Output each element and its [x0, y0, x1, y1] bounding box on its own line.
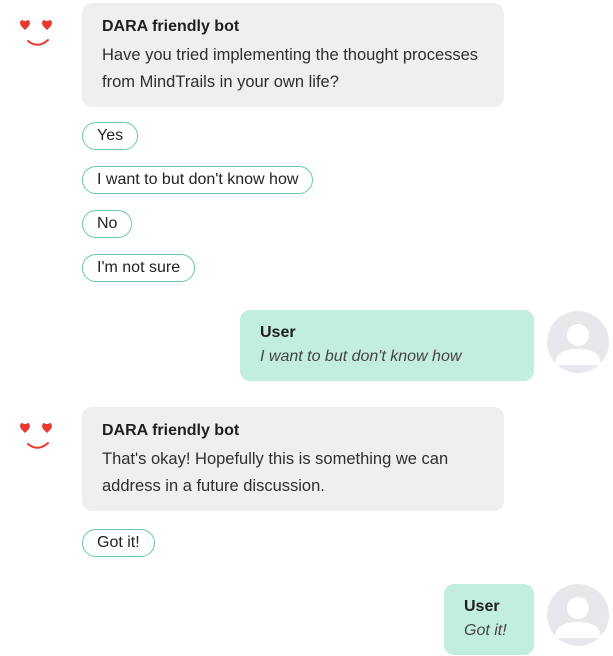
user-message-bubble: User I want to but don't know how [240, 310, 534, 381]
user-avatar-icon [547, 311, 609, 373]
option-got-it-button[interactable]: Got it! [82, 529, 155, 557]
option-want-but-dont-know-button[interactable]: I want to but don't know how [82, 166, 314, 194]
user-message-text: I want to but don't know how [260, 348, 462, 365]
user-avatar-icon [547, 584, 609, 646]
option-no-button[interactable]: No [82, 210, 133, 238]
option-yes-button[interactable]: Yes [82, 122, 139, 150]
bot-sender-name: DARA friendly bot [102, 18, 240, 35]
user-sender-name: User [464, 598, 500, 615]
user-sender-name: User [260, 324, 296, 341]
bot-message-text: That's okay! Hopefully this is something… [102, 450, 449, 495]
bot-avatar-icon [18, 421, 58, 457]
bot-message-bubble: DARA friendly bot That's okay! Hopefully… [82, 407, 504, 511]
bot-avatar-icon [18, 18, 58, 54]
bot-message-text: Have you tried implementing the thought … [102, 46, 479, 91]
user-message-text: Got it! [464, 622, 507, 639]
user-message-bubble: User Got it! [444, 584, 534, 655]
option-not-sure-button[interactable]: I'm not sure [82, 254, 196, 282]
bot-message-bubble: DARA friendly bot Have you tried impleme… [82, 3, 504, 107]
bot-sender-name: DARA friendly bot [102, 422, 240, 439]
